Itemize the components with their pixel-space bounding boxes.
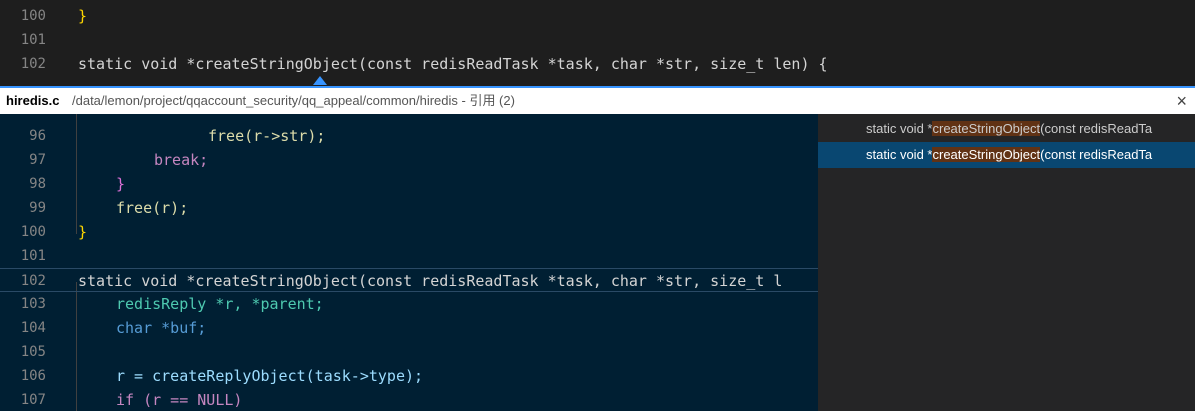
line-number: 100	[20, 224, 46, 240]
code-line[interactable]: 100 }	[0, 220, 818, 244]
line-number: 101	[20, 248, 46, 264]
code-text: free(r);	[116, 199, 189, 217]
code-line[interactable]: 104 char *buf;	[0, 316, 818, 340]
line-number: 104	[20, 320, 46, 336]
line-number: 102	[20, 273, 46, 289]
line-number: 103	[20, 296, 46, 312]
code-text: free(r->str);	[208, 127, 326, 145]
code-text: char *buf;	[116, 319, 207, 337]
code-text: redisReply *r, *parent;	[116, 295, 324, 313]
peek-file-name[interactable]: hiredis.c	[6, 88, 59, 114]
code-line[interactable]: 103 redisReply *r, *parent;	[0, 292, 818, 316]
code-line[interactable]: 96 free(r->str);	[0, 124, 818, 148]
line-number: 96	[29, 128, 46, 144]
reference-text: static void *createStringObject(const re…	[866, 121, 1153, 136]
line-number: 106	[20, 368, 46, 384]
code-line[interactable]: 106 r = createReplyObject(task->type);	[0, 364, 818, 388]
line-number: 100	[20, 8, 46, 24]
line-number: 107	[20, 392, 46, 408]
code-line[interactable]: 107 if (r == NULL)	[0, 388, 818, 411]
code-text: r = createReplyObject(task->type);	[116, 367, 424, 385]
reference-text: static void *createStringObject(const re…	[866, 147, 1153, 162]
reference-item[interactable]: static void *createStringObject(const re…	[818, 116, 1195, 142]
code-line[interactable]: 105	[0, 340, 818, 364]
code-line[interactable]: 97 break;	[0, 148, 818, 172]
code-line[interactable]: 101	[0, 28, 1195, 52]
code-line[interactable]: 99 free(r);	[0, 196, 818, 220]
code-text: break;	[154, 151, 209, 169]
peek-header: hiredis.c /data/lemon/project/qqaccount_…	[0, 86, 1195, 114]
peek-editor[interactable]: 96 free(r->str); 97 break; 98 } 99 free(…	[0, 114, 818, 411]
code-line[interactable]: 98 }	[0, 172, 818, 196]
line-number: 97	[29, 152, 46, 168]
code-text: if (r == NULL)	[116, 391, 243, 409]
line-number: 105	[20, 344, 46, 360]
line-number: 101	[20, 32, 46, 48]
code-line[interactable]: 100 }	[0, 4, 1195, 28]
line-number: 99	[29, 200, 46, 216]
code-line[interactable]: 102 static void *createStringObject(cons…	[0, 52, 1195, 76]
code-line-highlighted[interactable]: 102 static void *createStringObject(cons…	[0, 268, 818, 292]
code-text: static void *createStringObject(const re…	[78, 272, 783, 290]
code-text: }	[78, 223, 88, 241]
code-line[interactable]: 101	[0, 244, 818, 268]
peek-arrow-icon	[313, 76, 327, 85]
reference-item-selected[interactable]: static void *createStringObject(const re…	[818, 142, 1195, 168]
close-icon[interactable]: ×	[1176, 88, 1187, 114]
code-text: static void *createStringObject(const re…	[78, 55, 828, 73]
code-text: }	[78, 7, 88, 25]
references-list[interactable]: static void *createStringObject(const re…	[818, 114, 1195, 411]
line-number: 102	[20, 56, 46, 72]
code-text: }	[116, 175, 126, 193]
line-number: 98	[29, 176, 46, 192]
peek-file-path: /data/lemon/project/qqaccount_security/q…	[72, 93, 515, 108]
editor-top[interactable]: 100 } 101 102 static void *createStringO…	[0, 0, 1195, 86]
